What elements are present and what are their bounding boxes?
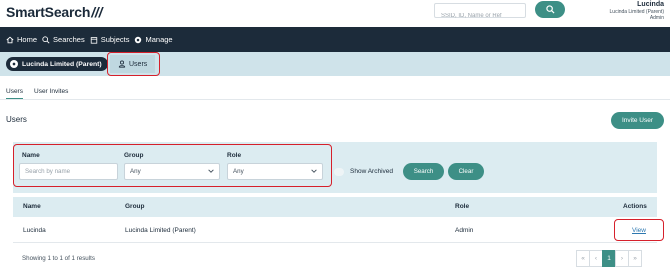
role-filter-select[interactable]: Any: [227, 163, 323, 180]
tab-users[interactable]: Users: [6, 88, 23, 99]
top-header: SmartSearch/// Lucinda Lucinda Limited (…: [0, 0, 670, 27]
logo-slashes: ///: [91, 4, 103, 20]
logo-text: SmartSearch: [6, 4, 91, 20]
search-icon: [545, 5, 555, 14]
group-filter-select[interactable]: Any: [124, 163, 220, 180]
nav-home[interactable]: Home: [6, 35, 37, 44]
user-menu[interactable]: Lucinda Lucinda Limited (Parent) Admin: [610, 0, 664, 21]
name-filter-placeholder: Search by name: [25, 168, 71, 175]
global-search-input[interactable]: [435, 9, 525, 23]
page-1-button[interactable]: 1: [602, 250, 616, 267]
invite-user-button[interactable]: Invite User: [611, 112, 664, 129]
nav-searches-label: Searches: [53, 35, 85, 44]
nav-home-label: Home: [17, 35, 38, 44]
show-archived-toggle[interactable]: [334, 168, 344, 176]
gear-icon: [135, 36, 142, 43]
nav-subjects-label: Subjects: [100, 35, 130, 44]
group-filter-value: Any: [130, 168, 141, 175]
organisation-label: Lucinda Limited (Parent): [22, 60, 102, 68]
nav-manage-label: Manage: [145, 35, 173, 44]
cell-role: Admin: [455, 227, 474, 234]
next-page-button[interactable]: ›: [615, 250, 629, 267]
column-header-name[interactable]: Name: [23, 203, 41, 210]
previous-page-button[interactable]: ‹: [589, 250, 603, 267]
table-row: Lucinda Lucinda Limited (Parent) Admin V…: [13, 219, 657, 243]
organisation-selector[interactable]: Lucinda Limited (Parent): [6, 57, 108, 71]
page-title: Users: [6, 115, 27, 124]
cell-name: Lucinda: [23, 227, 46, 234]
view-user-link[interactable]: View: [632, 227, 646, 234]
global-search-box[interactable]: [434, 3, 526, 23]
tab-user-invites[interactable]: User Invites: [34, 88, 68, 95]
app-logo[interactable]: SmartSearch///: [6, 4, 102, 20]
group-filter-label: Group: [124, 152, 144, 159]
results-summary: Showing 1 to 1 of 1 results: [22, 255, 95, 262]
role-filter-value: Any: [233, 168, 244, 175]
main-nav: Home Searches Subjects Manage: [0, 27, 670, 52]
pagination: « ‹ 1 › »: [576, 250, 642, 267]
name-filter-label: Name: [22, 152, 40, 159]
chevron-down-icon: [208, 169, 214, 173]
users-icon: [118, 60, 126, 68]
show-archived-label: Show Archived: [350, 168, 393, 175]
table-header: Name Group Role Actions: [13, 197, 657, 217]
clear-button[interactable]: Clear: [448, 163, 484, 180]
search-button[interactable]: Search: [403, 163, 444, 180]
nav-manage[interactable]: Manage: [134, 35, 173, 44]
user-role: Admin: [649, 15, 664, 21]
first-page-button[interactable]: «: [576, 250, 590, 267]
sub-tabs: Users User Invites: [0, 86, 670, 100]
gear-icon: [10, 60, 18, 68]
column-header-role[interactable]: Role: [455, 203, 469, 210]
calendar-icon: [90, 36, 97, 44]
context-tab-users-label: Users: [129, 60, 148, 68]
column-header-actions: Actions: [623, 203, 647, 210]
context-tab-users[interactable]: Users: [110, 55, 156, 73]
column-header-group[interactable]: Group: [125, 203, 145, 210]
home-icon: [6, 36, 14, 43]
role-filter-label: Role: [227, 152, 242, 159]
chevron-down-icon: [311, 169, 317, 173]
nav-subjects[interactable]: Subjects: [90, 35, 130, 44]
user-name: Lucinda: [637, 1, 664, 8]
last-page-button[interactable]: »: [628, 250, 642, 267]
cell-group: Lucinda Limited (Parent): [125, 227, 196, 234]
name-filter-input[interactable]: Search by name: [19, 163, 118, 180]
nav-searches[interactable]: Searches: [42, 35, 85, 44]
search-icon: [42, 35, 50, 44]
global-search-button[interactable]: [535, 1, 565, 18]
